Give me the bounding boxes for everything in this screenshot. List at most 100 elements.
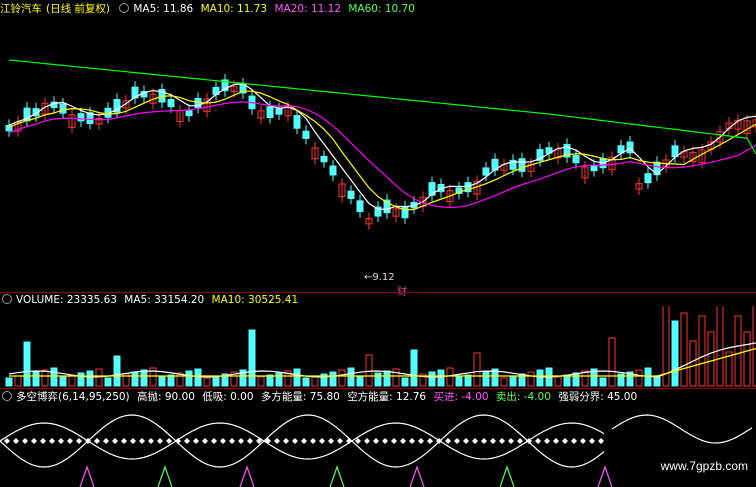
volume-bar [527, 371, 535, 387]
signal-marker [499, 465, 515, 487]
volume-bar [374, 372, 382, 387]
boundary-dot [229, 438, 235, 444]
volume-ma5-line [8, 342, 756, 378]
volume-bar [41, 369, 49, 387]
volume-bar [608, 337, 616, 387]
candlestick-chart [5, 59, 756, 230]
volume-bar [5, 377, 13, 387]
boundary-dot [13, 438, 19, 444]
boundary-dot [508, 438, 514, 444]
candle-body [77, 113, 85, 122]
boundary-dot [562, 438, 568, 444]
boundary-dot [589, 438, 595, 444]
boundary-dot [166, 438, 172, 444]
settings-icon[interactable] [2, 294, 12, 304]
indicator-bear: 空方能量: 12.76 [347, 391, 427, 403]
volume-bar [185, 370, 193, 387]
volume-bar [707, 331, 715, 387]
signal-marker [597, 465, 613, 487]
candle-body [266, 106, 274, 119]
boundary-dot [148, 438, 154, 444]
candle-body [356, 200, 364, 213]
boundary-dot [418, 438, 424, 444]
volume-bar [563, 374, 571, 387]
boundary-dot [409, 438, 415, 444]
indicator-low: 低吸: 0.00 [202, 391, 254, 403]
indicator-boundary: 强弱分界: 45.00 [558, 391, 638, 403]
settings-icon[interactable] [119, 3, 130, 13]
volume-bar [158, 376, 166, 387]
volume-bar [167, 374, 175, 387]
volume-bar [104, 377, 112, 387]
boundary-dot [292, 438, 298, 444]
boundary-dot [580, 438, 586, 444]
volume-bar [743, 331, 751, 387]
volume-bar [500, 377, 508, 387]
signal-marker [329, 465, 345, 487]
volume-bar [14, 375, 22, 387]
volume-ma5: MA5: 33154.20 [124, 294, 205, 306]
candle-body [590, 164, 598, 172]
volume-bar [86, 370, 94, 387]
low-price-marker: ←9.12 [364, 272, 395, 283]
boundary-dot [184, 438, 190, 444]
boundary-dot [112, 438, 118, 444]
volume-bar [410, 349, 418, 387]
volume-bar [482, 370, 490, 387]
boundary-dot [319, 438, 325, 444]
indicator-header: 多空博弈(6,14,95,250) 高抛: 90.00 低吸: 0.00 多方能… [0, 390, 641, 404]
settings-icon[interactable] [2, 391, 12, 401]
boundary-dot [58, 438, 64, 444]
volume-bar [347, 367, 355, 387]
volume-bar [194, 368, 202, 387]
volume-bar [77, 372, 85, 387]
volume-bar [248, 329, 256, 387]
boundary-dot [445, 438, 451, 444]
boundary-dot [130, 438, 136, 444]
candle-body [572, 155, 580, 164]
volume-bar [446, 367, 454, 387]
boundary-dot [427, 438, 433, 444]
bull-energy-line [611, 414, 753, 444]
volume-bar [689, 340, 697, 387]
volume-bar [131, 371, 139, 387]
volume-bar [401, 377, 409, 387]
boundary-dot [490, 438, 496, 444]
indicator-chart [0, 414, 753, 487]
volume-bar [428, 371, 436, 387]
boundary-dot [364, 438, 370, 444]
boundary-dot [382, 438, 388, 444]
boundary-dot [4, 438, 10, 444]
volume-ma10-line [9, 347, 756, 377]
watermark: www.7gpzb.com [660, 459, 748, 473]
volume-bar [23, 341, 31, 387]
boundary-dot [40, 438, 46, 444]
candle-body [320, 155, 328, 163]
volume-bar [275, 372, 283, 387]
boundary-dot [517, 438, 523, 444]
boundary-dot [31, 438, 37, 444]
candle-body [518, 158, 526, 172]
boundary-dot [310, 438, 316, 444]
volume-bar [437, 369, 445, 387]
volume-bar [473, 352, 481, 387]
candle-body [329, 165, 337, 176]
finance-marker: 财 [397, 287, 407, 298]
candle-body [275, 108, 283, 115]
boundary-dot [94, 438, 100, 444]
volume-bar [680, 312, 688, 387]
boundary-dot [499, 438, 505, 444]
volume-bar [293, 368, 301, 387]
indicator-name: 多空博弈(6,14,95,250) [16, 391, 130, 403]
candle-body [167, 99, 175, 108]
ma5-line [8, 83, 756, 210]
boundary-dot [238, 438, 244, 444]
volume-bar [257, 376, 265, 387]
indicator-bull: 多方能量: 75.80 [260, 391, 340, 403]
boundary-dot [139, 438, 145, 444]
volume-bar [635, 369, 643, 387]
volume-bar [311, 375, 319, 387]
volume-bar [464, 374, 472, 387]
volume-bar [365, 354, 373, 387]
candle-body [626, 141, 634, 154]
